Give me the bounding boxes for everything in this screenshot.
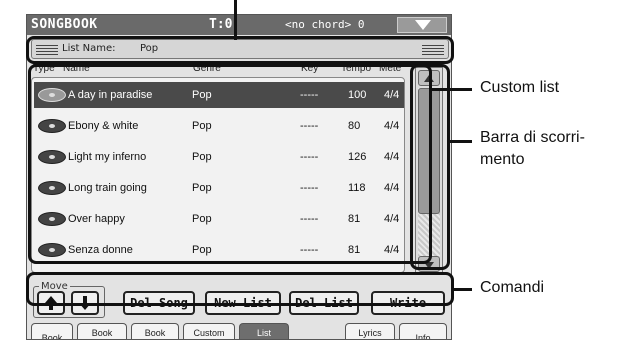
chord-readout: <no chord> 0 [285,18,365,31]
tab-list-edit[interactable]: List Edit [239,323,289,339]
commands-highlight [26,272,454,306]
tab-book-edit-1[interactable]: Book Edit 1 [77,323,127,339]
scrollbar-leader [450,140,472,143]
commands-leader [454,288,472,291]
tempo-readout: T:0 [209,17,233,32]
tab-custom-list[interactable]: Custom List [183,323,235,339]
custom-list-caption: Custom list [480,79,560,96]
page-menu-button[interactable] [397,17,447,33]
custom-list-leader [432,88,472,91]
list-name-highlight [26,36,454,64]
tab-lyrics-sts[interactable]: Lyrics STS [345,323,395,339]
title-bar: SONGBOOK T:0 <no chord> 0 [27,15,451,35]
scrollbar-highlight [410,64,450,270]
scrollbar-caption-line1: Barra di scorri- [480,129,585,146]
callout-top-line [234,0,237,40]
custom-list-highlight [28,64,432,264]
tab-book-edit-2[interactable]: Book Edit 2 [131,323,179,339]
commands-caption: Comandi [480,279,545,296]
tab-book[interactable]: Book [31,323,73,339]
scrollbar-caption-line2: mento [480,151,525,168]
triangle-down-icon [415,20,431,30]
page-title: SONGBOOK [31,17,98,32]
tab-info[interactable]: Info [399,323,447,339]
